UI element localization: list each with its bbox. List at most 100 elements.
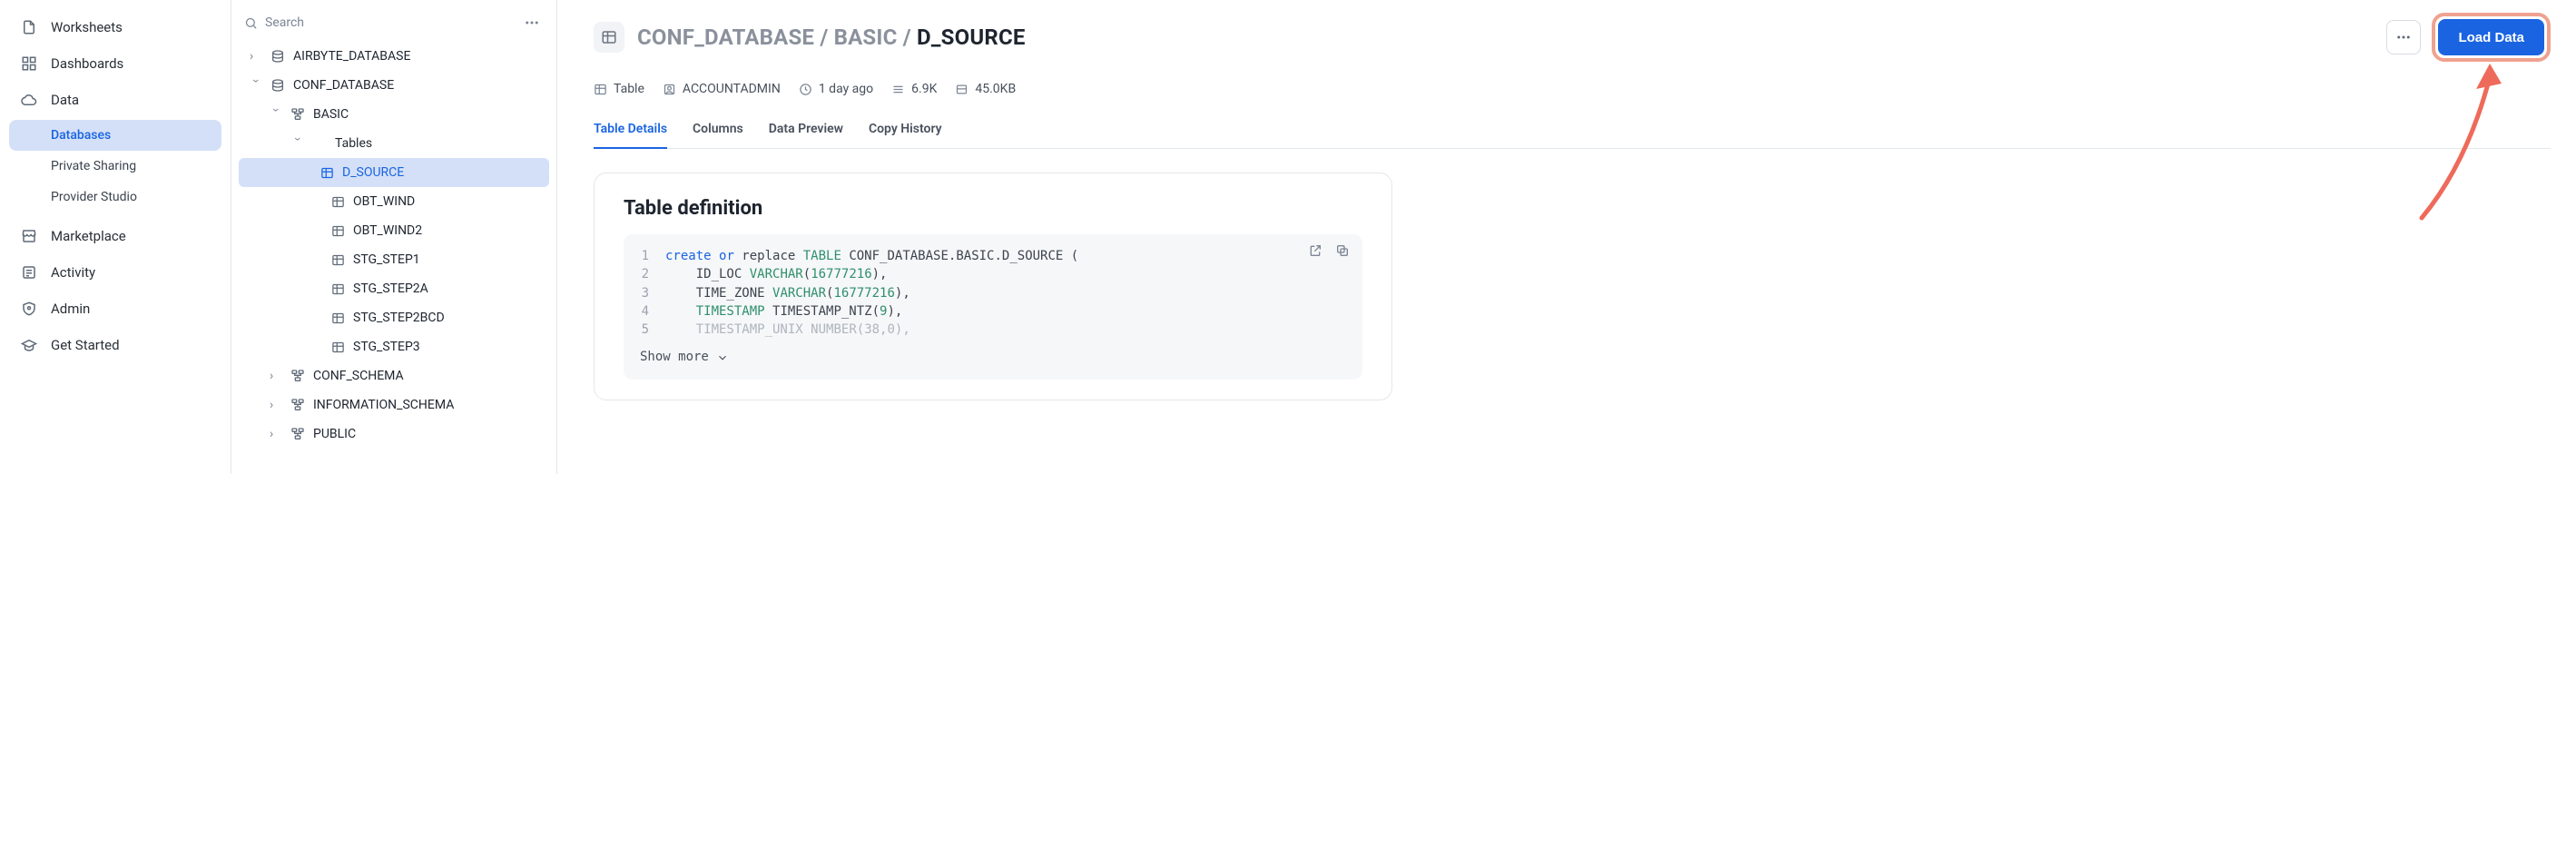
- nav-sub-label: Private Sharing: [51, 159, 136, 173]
- nav-activity[interactable]: Activity: [9, 254, 221, 291]
- tree-label: Tables: [335, 136, 372, 151]
- chevron-right-icon: ›: [270, 369, 282, 383]
- tree-schema-public[interactable]: › PUBLIC: [231, 420, 556, 449]
- show-more-button[interactable]: Show more: [640, 348, 1346, 366]
- breadcrumb: CONF_DATABASE / BASIC / D_SOURCE: [637, 25, 1026, 50]
- meta-age: 1 day ago: [799, 82, 873, 96]
- tree-db-conf[interactable]: › CONF_DATABASE: [231, 71, 556, 100]
- chevron-right-icon: ›: [270, 427, 282, 441]
- schema-icon: [290, 107, 306, 122]
- tree-label: STG_STEP3: [353, 340, 420, 354]
- storage-icon: [955, 83, 968, 96]
- meta-value: ACCOUNTADMIN: [683, 82, 781, 96]
- tree-db-airbyte[interactable]: › AIRBYTE_DATABASE: [231, 42, 556, 71]
- tab-data-preview[interactable]: Data Preview: [769, 113, 843, 148]
- tab-columns[interactable]: Columns: [693, 113, 743, 148]
- crumb-table: D_SOURCE: [917, 25, 1026, 50]
- tab-copy-history[interactable]: Copy History: [869, 113, 942, 148]
- tree-label: STG_STEP1: [353, 252, 420, 267]
- object-tree-panel: Search › AIRBYTE_DATABASE › CONF_DATABAS…: [231, 0, 557, 474]
- search-input[interactable]: Search: [244, 15, 511, 30]
- meta-size: 45.0KB: [955, 82, 1016, 96]
- nav-worksheets[interactable]: Worksheets: [9, 9, 221, 45]
- chevron-right-icon: ›: [250, 49, 262, 64]
- chevron-down-icon: ›: [249, 79, 263, 92]
- nav-label: Get Started: [51, 337, 120, 353]
- tree-table-stg-step2bcd[interactable]: STG_STEP2BCD: [231, 303, 556, 332]
- grid-icon: [20, 55, 38, 72]
- tabs: Table Details Columns Data Preview Copy …: [594, 113, 2551, 149]
- tree-schema-basic[interactable]: › BASIC: [231, 100, 556, 129]
- schema-icon: [290, 398, 306, 412]
- load-data-highlight: Load Data: [2432, 13, 2551, 62]
- main-content: CONF_DATABASE / BASIC / D_SOURCE Load Da…: [557, 0, 2576, 474]
- nav-private-sharing[interactable]: Private Sharing: [9, 151, 221, 182]
- tree-table-d-source[interactable]: D_SOURCE: [239, 158, 549, 187]
- tree-label: D_SOURCE: [342, 165, 404, 180]
- crumb-db[interactable]: CONF_DATABASE: [637, 25, 814, 50]
- tree-table-obt-wind2[interactable]: OBT_WIND2: [231, 216, 556, 245]
- meta-value: 6.9K: [911, 82, 937, 96]
- tree-table-stg-step2a[interactable]: STG_STEP2A: [231, 274, 556, 303]
- nav-get-started[interactable]: Get Started: [9, 327, 221, 363]
- load-data-button[interactable]: Load Data: [2438, 19, 2544, 55]
- table-icon: [329, 224, 346, 238]
- tab-table-details[interactable]: Table Details: [594, 113, 667, 149]
- crumb-schema[interactable]: BASIC: [834, 25, 898, 50]
- user-icon: [663, 83, 676, 96]
- nav-admin[interactable]: Admin: [9, 291, 221, 327]
- schema-icon: [290, 369, 306, 383]
- rows-icon: [891, 83, 905, 96]
- tree-table-stg-step1[interactable]: STG_STEP1: [231, 245, 556, 274]
- nav-label: Marketplace: [51, 228, 126, 244]
- nav-data[interactable]: Data: [9, 82, 221, 118]
- meta-type: Table: [594, 82, 644, 96]
- tree-label: PUBLIC: [313, 427, 356, 441]
- nav-dashboards[interactable]: Dashboards: [9, 45, 221, 82]
- nav-marketplace[interactable]: Marketplace: [9, 218, 221, 254]
- tree-label: OBT_WIND: [353, 194, 415, 209]
- tree-label: CONF_DATABASE: [293, 78, 394, 93]
- tree-label: INFORMATION_SCHEMA: [313, 398, 454, 412]
- table-definition-card: Table definition 1create or replace TABL…: [594, 173, 1392, 400]
- nav-provider-studio[interactable]: Provider Studio: [9, 182, 221, 212]
- meta-value: 1 day ago: [819, 82, 873, 96]
- meta-value: 45.0KB: [975, 82, 1016, 96]
- tree-table-stg-step3[interactable]: STG_STEP3: [231, 332, 556, 361]
- nav-databases[interactable]: Databases: [9, 120, 221, 151]
- open-external-icon[interactable]: [1308, 243, 1322, 258]
- database-icon: [270, 49, 286, 64]
- table-icon: [329, 311, 346, 325]
- meta-value: Table: [614, 82, 644, 96]
- table-icon: [329, 253, 346, 267]
- schema-icon: [290, 427, 306, 441]
- table-icon: [329, 195, 346, 209]
- header-more-button[interactable]: [2386, 20, 2421, 54]
- table-icon: [594, 83, 607, 96]
- tree-table-obt-wind[interactable]: OBT_WIND: [231, 187, 556, 216]
- meta-role: ACCOUNTADMIN: [663, 82, 781, 96]
- nav-label: Worksheets: [51, 19, 123, 35]
- nav-label: Dashboards: [51, 55, 123, 72]
- graduation-icon: [20, 337, 38, 353]
- clock-icon: [799, 83, 812, 96]
- table-icon: [319, 166, 335, 180]
- tree-schema-conf[interactable]: › CONF_SCHEMA: [231, 361, 556, 390]
- chevron-down-icon: ›: [269, 108, 283, 121]
- table-chip-icon: [594, 22, 624, 53]
- database-icon: [270, 78, 286, 93]
- nav-label: Admin: [51, 301, 90, 317]
- code-block: 1create or replace TABLE CONF_DATABASE.B…: [624, 234, 1362, 380]
- tree-label: CONF_SCHEMA: [313, 369, 404, 383]
- tree-group-tables[interactable]: › Tables: [231, 129, 556, 158]
- tree-label: AIRBYTE_DATABASE: [293, 49, 410, 64]
- more-icon[interactable]: [520, 11, 544, 35]
- copy-icon[interactable]: [1335, 243, 1350, 258]
- store-icon: [20, 228, 38, 244]
- search-placeholder: Search: [265, 15, 304, 30]
- list-icon: [20, 264, 38, 281]
- tree-schema-info[interactable]: › INFORMATION_SCHEMA: [231, 390, 556, 420]
- chevron-down-icon: ›: [290, 137, 305, 150]
- table-icon: [329, 341, 346, 354]
- tree-label: STG_STEP2A: [353, 281, 428, 296]
